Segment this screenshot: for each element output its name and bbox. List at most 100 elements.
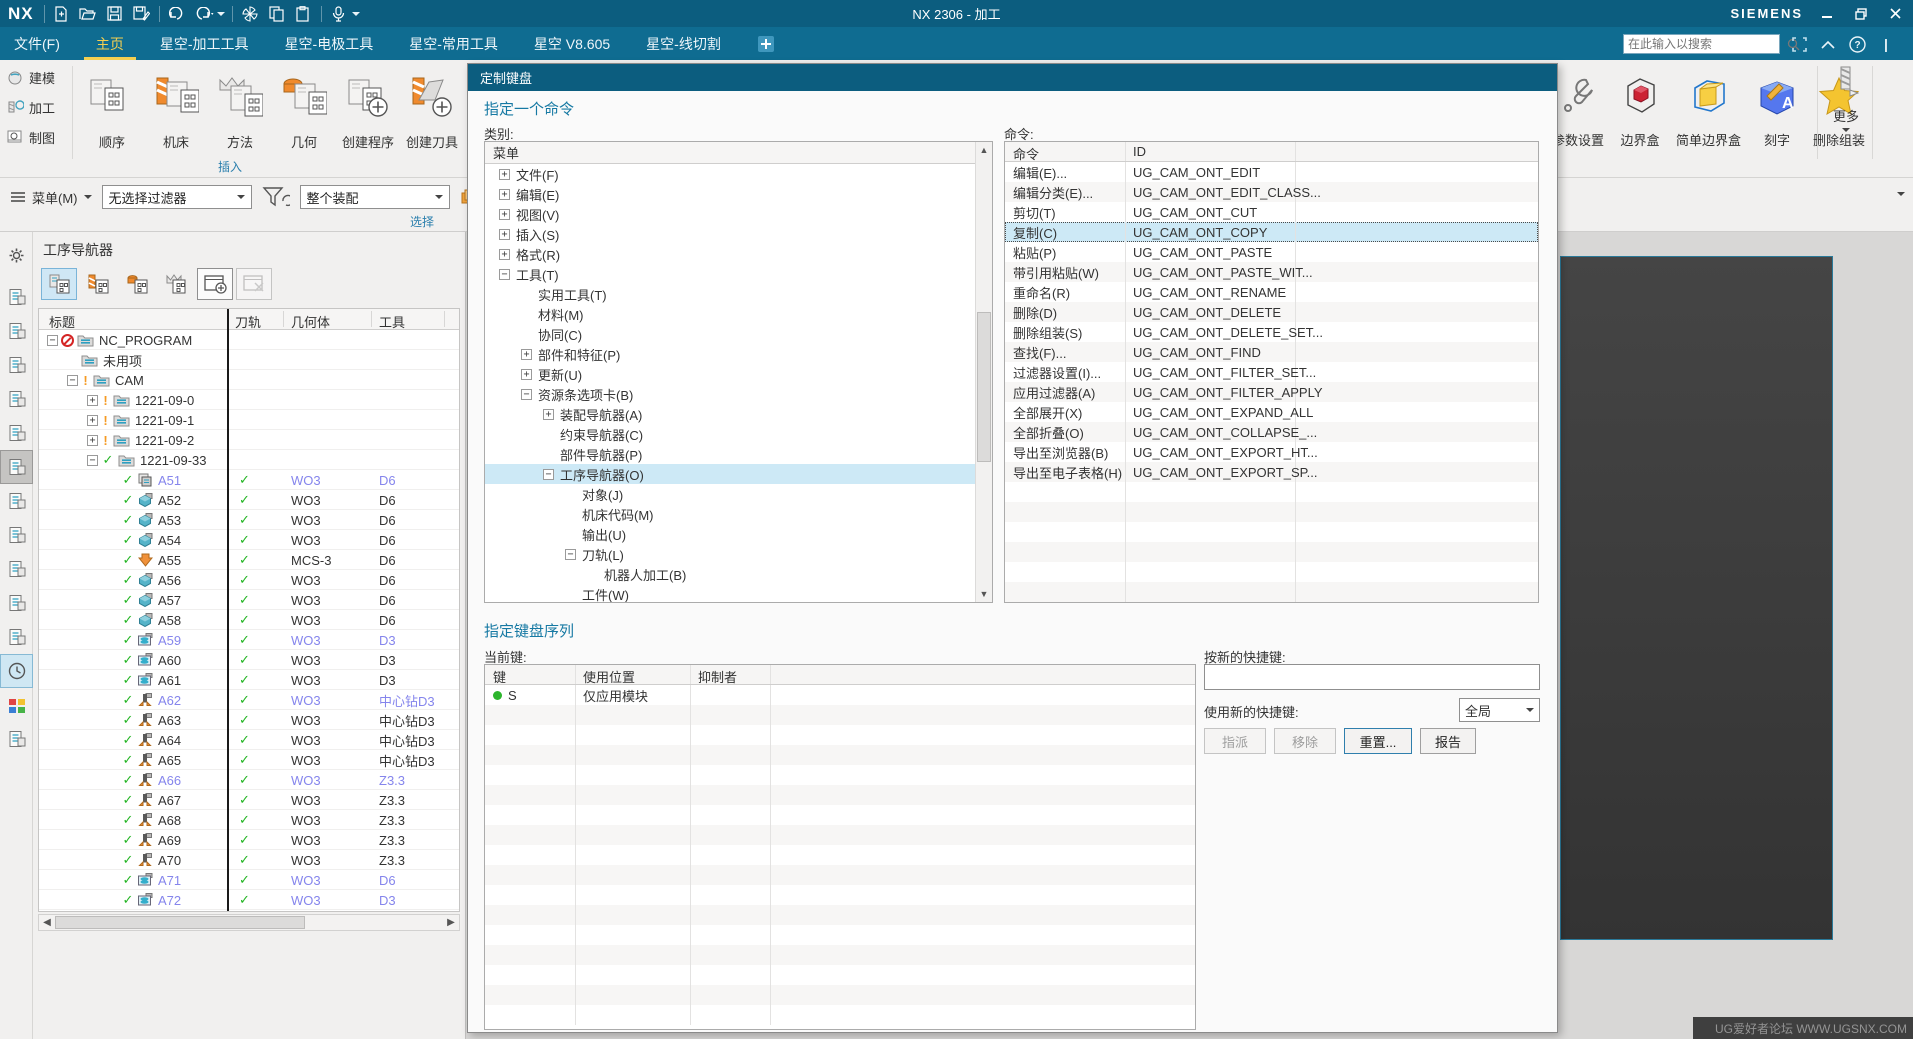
category-item[interactable]: − 工具(T) <box>485 264 992 284</box>
collapse-icon[interactable]: − <box>67 374 78 386</box>
scrollbar-thumb[interactable] <box>977 312 991 462</box>
machine-button[interactable]: 机床 <box>144 63 208 151</box>
category-item[interactable]: − 资源条选项卡(B) <box>485 384 992 404</box>
process-studio-icon[interactable] <box>0 518 33 552</box>
redo-icon[interactable] <box>167 4 187 24</box>
collapse-icon[interactable]: − <box>543 468 554 480</box>
undo-icon[interactable] <box>194 4 214 24</box>
alerts-icon[interactable]: | <box>1876 34 1896 54</box>
category-item[interactable]: 机器人加工(B) <box>485 564 992 584</box>
column-header-3[interactable]: 几何体 <box>291 312 330 331</box>
red-box-button[interactable]: 边界盒 <box>1611 63 1669 149</box>
mode-button-2[interactable]: 加工 <box>6 94 55 120</box>
open-icon[interactable] <box>78 4 98 24</box>
column-header-2[interactable]: 刀轨 <box>235 312 261 331</box>
collapse-icon[interactable]: − <box>565 548 576 560</box>
category-item[interactable]: 约束导航器(C) <box>485 424 992 444</box>
notes-icon[interactable] <box>0 722 33 756</box>
expand-icon[interactable]: + <box>87 414 98 426</box>
key-column-header-2[interactable]: 使用位置 <box>583 667 635 686</box>
category-item[interactable]: 机床代码(M) <box>485 504 992 524</box>
tree-row[interactable]: ✓ A51 ✓ WO3 D6 <box>39 470 459 490</box>
search-input[interactable] <box>1624 37 1787 51</box>
expand-icon[interactable]: + <box>543 408 554 420</box>
mode-button-3[interactable]: 制图 <box>6 124 55 150</box>
tab-custom-4[interactable]: 星空 V8.605 <box>516 27 628 60</box>
restore-button[interactable] <box>1851 5 1871 23</box>
column-header-1[interactable]: 标题 <box>49 312 75 331</box>
collapse-icon[interactable]: − <box>521 388 532 400</box>
tree-row[interactable]: ✓ A52 ✓ WO3 D6 <box>39 490 459 510</box>
command-row[interactable]: 删除(D) UG_CAM_ONT_DELETE <box>1005 302 1538 322</box>
category-item[interactable]: 协同(C) <box>485 324 992 344</box>
tree-row[interactable]: ✓ A61 ✓ WO3 D3 <box>39 670 459 690</box>
expand-icon[interactable]: + <box>499 168 510 180</box>
tree-row[interactable]: +! 1221-09-2 <box>39 430 459 450</box>
expand-icon[interactable]: + <box>499 228 510 240</box>
minimize-button[interactable] <box>1817 5 1837 23</box>
tree-row[interactable]: ✓ A70 ✓ WO3 Z3.3 <box>39 850 459 870</box>
collapse-icon[interactable]: − <box>87 454 98 466</box>
tree-row[interactable]: ✓ A69 ✓ WO3 Z3.3 <box>39 830 459 850</box>
tree-row[interactable]: ✓ A64 ✓ WO3 中心钻D3 <box>39 730 459 750</box>
command-row[interactable]: 全部展开(X) UG_CAM_ONT_EXPAND_ALL <box>1005 402 1538 422</box>
category-item[interactable]: + 文件(F) <box>485 164 992 184</box>
command-row[interactable]: 删除组装(S) UG_CAM_ONT_DELETE_SET... <box>1005 322 1538 342</box>
yellow-box-button[interactable]: 简单边界盒 <box>1669 63 1748 149</box>
scrollbar-thumb[interactable] <box>55 916 305 929</box>
gear-icon[interactable] <box>0 238 33 272</box>
more-button[interactable]: 更多 <box>1820 63 1872 132</box>
tree-row[interactable]: ✓ A58 ✓ WO3 D6 <box>39 610 459 630</box>
category-item[interactable]: + 视图(V) <box>485 204 992 224</box>
tree-row[interactable]: ✓ A56 ✓ WO3 D6 <box>39 570 459 590</box>
menu-button[interactable]: 菜单(M) <box>10 188 92 207</box>
expand-icon[interactable]: + <box>499 248 510 260</box>
tab-file[interactable]: 文件(F) <box>0 27 78 60</box>
geometry-view-icon[interactable] <box>119 268 155 300</box>
create-tool-button[interactable]: 创建刀具 <box>400 63 464 151</box>
category-item[interactable]: 材料(M) <box>485 304 992 324</box>
find-object-icon[interactable] <box>197 268 233 300</box>
tab-custom-3[interactable]: 星空-常用工具 <box>391 27 516 60</box>
tree-row[interactable]: ✓ A60 ✓ WO3 D3 <box>39 650 459 670</box>
reset-button[interactable]: 重置... <box>1344 728 1412 754</box>
add-tab-button[interactable] <box>753 27 779 60</box>
command-row[interactable]: 过滤器设置(I)... UG_CAM_ONT_FILTER_SET... <box>1005 362 1538 382</box>
minimize-ribbon-icon[interactable] <box>1818 34 1838 54</box>
operation-navigator-icon[interactable] <box>0 450 33 484</box>
order-button[interactable]: 顺序 <box>80 63 144 151</box>
machining-method-view-icon[interactable] <box>158 268 194 300</box>
dropdown-caret-icon[interactable] <box>351 11 360 16</box>
command-row[interactable]: 应用过滤器(A) UG_CAM_ONT_FILTER_APPLY <box>1005 382 1538 402</box>
save-as-icon[interactable] <box>132 4 152 24</box>
tree-row[interactable]: − ✓ 1221-09-33 <box>39 450 459 470</box>
program-order-view-icon[interactable] <box>41 268 77 300</box>
command-row[interactable]: 复制(C) UG_CAM_ONT_COPY <box>1005 222 1538 242</box>
expand-icon[interactable]: + <box>87 394 98 406</box>
tree-row[interactable]: +! 1221-09-0 <box>39 390 459 410</box>
expand-icon[interactable]: + <box>499 188 510 200</box>
category-item[interactable]: + 部件和特征(P) <box>485 344 992 364</box>
method-button[interactable]: 方法 <box>208 63 272 151</box>
constraint-navigator-icon[interactable] <box>0 314 33 348</box>
command-row[interactable]: 编辑分类(E)... UG_CAM_ONT_EDIT_CLASS... <box>1005 182 1538 202</box>
web-browser-icon[interactable] <box>0 586 33 620</box>
command-row[interactable]: 编辑(E)... UG_CAM_ONT_EDIT <box>1005 162 1538 182</box>
command-row[interactable]: 粘贴(P) UG_CAM_ONT_PASTE <box>1005 242 1538 262</box>
close-button[interactable] <box>1885 5 1905 23</box>
category-item[interactable]: + 更新(U) <box>485 364 992 384</box>
tree-row[interactable]: ✓ A54 ✓ WO3 D6 <box>39 530 459 550</box>
tree-row[interactable]: ✓ A57 ✓ WO3 D6 <box>39 590 459 610</box>
key-column-header-1[interactable]: 键 <box>493 667 506 686</box>
category-item[interactable]: − 刀轨(L) <box>485 544 992 564</box>
tree-row[interactable]: ✓ A72 ✓ WO3 D3 <box>39 890 459 910</box>
key-row[interactable]: S 仅应用模块 <box>485 685 1195 705</box>
tree-row[interactable]: ✓ A59 ✓ WO3 D3 <box>39 630 459 650</box>
scroll-right-icon[interactable]: ▶ <box>443 917 459 928</box>
pinwheel-icon[interactable] <box>240 4 260 24</box>
tree-row[interactable]: ✓ A53 ✓ WO3 D6 <box>39 510 459 530</box>
engrave-button[interactable]: A 刻字 <box>1748 63 1806 149</box>
tree-row[interactable]: ✓ A66 ✓ WO3 Z3.3 <box>39 770 459 790</box>
scroll-up-icon[interactable]: ▲ <box>976 142 992 158</box>
selection-scope-dropdown[interactable]: 整个装配 <box>299 185 450 209</box>
